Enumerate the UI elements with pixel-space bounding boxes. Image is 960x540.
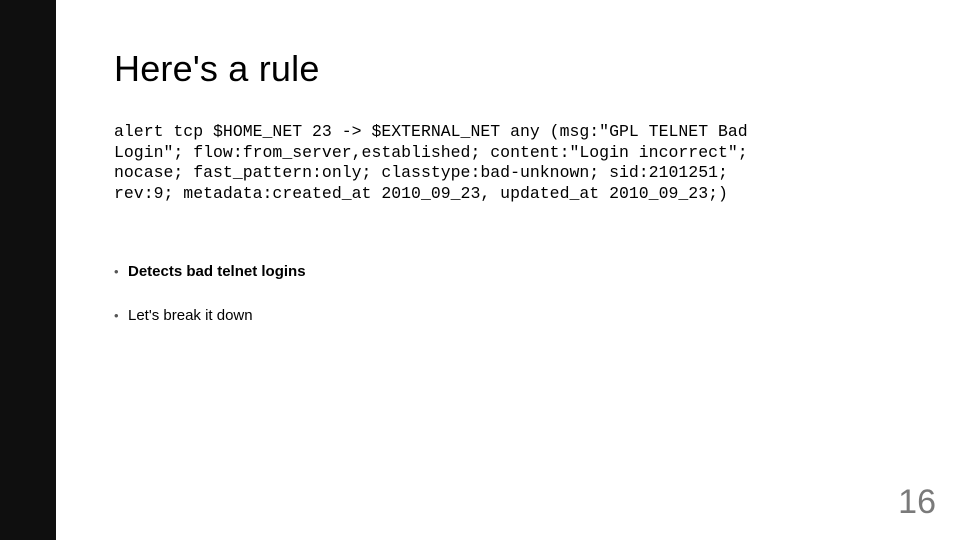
slide-title: Here's a rule — [114, 48, 902, 90]
bullet-text: Let's break it down — [128, 307, 253, 324]
rule-code-block: alert tcp $HOME_NET 23 -> $EXTERNAL_NET … — [114, 122, 774, 205]
slide-content: Here's a rule alert tcp $HOME_NET 23 -> … — [56, 0, 960, 540]
bullet-icon: • — [114, 307, 128, 325]
list-item: • Detects bad telnet logins — [114, 263, 902, 281]
bullet-text: Detects bad telnet logins — [128, 263, 306, 280]
bullet-icon: • — [114, 263, 128, 281]
left-sidebar — [0, 0, 56, 540]
page-number: 16 — [898, 483, 936, 522]
list-item: • Let's break it down — [114, 307, 902, 325]
bullet-list: • Detects bad telnet logins • Let's brea… — [114, 263, 902, 325]
